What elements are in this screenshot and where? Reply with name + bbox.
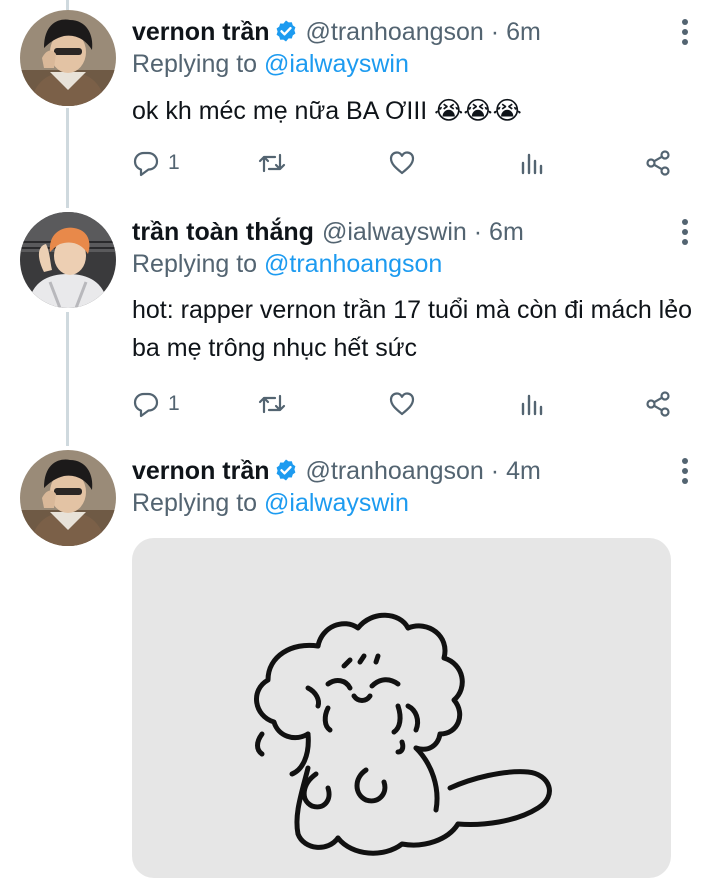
replying-prefix: Replying to xyxy=(132,489,258,517)
reply-count: 1 xyxy=(168,392,180,415)
reply-button[interactable]: 1 xyxy=(132,386,180,422)
analytics-icon xyxy=(521,394,543,416)
handle[interactable]: @ialwayswin xyxy=(322,218,467,246)
retweet-button[interactable] xyxy=(258,145,286,181)
like-button[interactable] xyxy=(388,145,416,181)
avatar[interactable] xyxy=(20,212,116,308)
avatar[interactable] xyxy=(20,450,116,546)
timestamp[interactable]: 6m xyxy=(489,218,524,246)
analytics-button[interactable] xyxy=(518,386,546,422)
separator-dot: · xyxy=(490,18,500,46)
tweet-header: vernon trần @tranhoangson · 4m xyxy=(132,455,660,487)
separator-dot: · xyxy=(490,457,500,485)
mention-link[interactable]: @ialwayswin xyxy=(264,489,409,517)
replying-prefix: Replying to xyxy=(132,250,258,278)
avatar[interactable] xyxy=(20,10,116,106)
display-name[interactable]: vernon trần xyxy=(132,18,270,46)
action-bar: 1 xyxy=(132,145,692,181)
display-name[interactable]: trần toàn thắng xyxy=(132,218,314,246)
timestamp[interactable]: 4m xyxy=(506,457,541,485)
replying-prefix: Replying to xyxy=(132,50,258,78)
tweet[interactable]: trần toàn thắng @ialwayswin · 6m Replying… xyxy=(0,200,720,445)
display-name[interactable]: vernon trần xyxy=(132,457,270,485)
reply-count: 1 xyxy=(168,151,180,174)
separator-dot: · xyxy=(473,218,483,246)
handle[interactable]: @tranhoangson xyxy=(306,18,484,46)
more-icon[interactable] xyxy=(680,18,690,46)
tweet[interactable]: vernon trần @tranhoangson · 6m Replying t… xyxy=(0,0,720,200)
avatar-image xyxy=(20,10,116,106)
tweet-text: hot: rapper vernon trần 17 tuổi mà còn đ… xyxy=(132,296,693,362)
more-icon[interactable] xyxy=(680,218,690,246)
heart-icon xyxy=(389,151,415,175)
timestamp[interactable]: 6m xyxy=(506,18,541,46)
share-button[interactable] xyxy=(644,145,672,181)
replying-to: Replying to @ialwayswin xyxy=(132,487,409,519)
share-icon xyxy=(646,391,670,417)
verified-badge-icon xyxy=(274,458,298,482)
reply-icon xyxy=(133,151,159,177)
action-bar: 1 xyxy=(132,386,692,422)
tweet-header: trần toàn thắng @ialwayswin · 6m xyxy=(132,216,660,248)
avatar-image xyxy=(20,212,116,308)
avatar-image xyxy=(20,450,116,546)
verified-badge-icon xyxy=(274,19,298,43)
retweet-icon xyxy=(258,394,286,414)
replying-to: Replying to @ialwayswin xyxy=(132,48,409,80)
more-icon[interactable] xyxy=(680,457,690,485)
retweet-icon xyxy=(258,153,286,173)
replying-to: Replying to @tranhoangson xyxy=(132,248,442,280)
retweet-button[interactable] xyxy=(258,386,286,422)
reply-icon xyxy=(133,392,159,418)
tweet-text: ok kh méc mẹ nữa BA ƠIII 😭😭😭 xyxy=(132,97,522,125)
analytics-icon xyxy=(521,153,543,175)
mention-link[interactable]: @ialwayswin xyxy=(264,50,409,78)
like-button[interactable] xyxy=(388,386,416,422)
heart-icon xyxy=(389,392,415,416)
crying-doodle-drawing xyxy=(254,612,552,856)
share-icon xyxy=(646,150,670,176)
share-button[interactable] xyxy=(644,386,672,422)
mention-link[interactable]: @tranhoangson xyxy=(264,250,442,278)
tweet-header: vernon trần @tranhoangson · 6m xyxy=(132,16,660,48)
analytics-button[interactable] xyxy=(518,145,546,181)
reply-button[interactable]: 1 xyxy=(132,145,180,181)
handle[interactable]: @tranhoangson xyxy=(306,457,484,485)
crying-doodle-image[interactable] xyxy=(132,538,671,878)
